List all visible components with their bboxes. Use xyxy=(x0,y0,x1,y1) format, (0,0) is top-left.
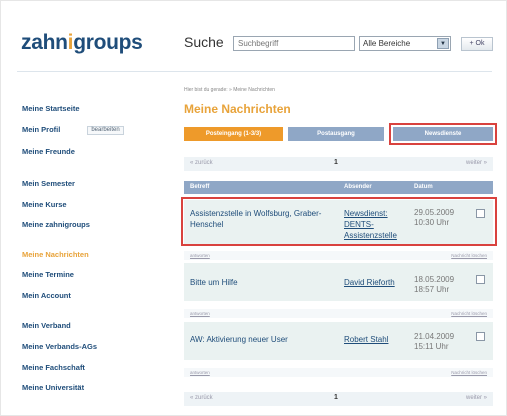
delete-message-link[interactable]: Nachricht löschen xyxy=(451,370,487,375)
sidebar-item-startseite[interactable]: Meine Startseite xyxy=(22,104,80,113)
profile-edit-button[interactable]: bearbeiten xyxy=(87,126,124,135)
sidebar-item-account[interactable]: Mein Account xyxy=(22,291,71,300)
header-divider xyxy=(17,71,492,72)
message-actions-row: antworten Nachricht löschen xyxy=(184,368,493,377)
reply-link[interactable]: antworten xyxy=(190,253,210,258)
message-sender[interactable]: Robert Stahl xyxy=(344,334,414,345)
pager-page-number: 1 xyxy=(334,394,338,401)
sidebar-item-fachschaft[interactable]: Meine Fachschaft xyxy=(22,363,85,372)
tab-posteingang[interactable]: Posteingang (1-3/3) xyxy=(184,127,283,141)
sidebar-item-kurse[interactable]: Meine Kurse xyxy=(22,200,67,209)
search-label: Suche xyxy=(184,34,224,50)
delete-message-link[interactable]: Nachricht löschen xyxy=(451,253,487,258)
table-row[interactable]: AW: Aktivierung neuer User Robert Stahl … xyxy=(184,322,493,360)
pager-back-link[interactable]: « zurück xyxy=(190,395,213,401)
sidebar-item-profil[interactable]: Mein Profil xyxy=(22,125,60,134)
message-subject[interactable]: AW: Aktivierung neuer User xyxy=(190,334,340,345)
sidebar-item-verbands-ags[interactable]: Meine Verbands-AGs xyxy=(22,342,97,351)
message-time: 15:11 Uhr xyxy=(414,342,449,351)
message-actions-row: antworten Nachricht löschen xyxy=(184,251,493,260)
logo-part2: groups xyxy=(73,31,143,54)
message-select-checkbox[interactable] xyxy=(476,332,485,341)
sidebar-item-nachrichten[interactable]: Meine Nachrichten xyxy=(22,250,89,259)
page-title: Meine Nachrichten xyxy=(184,102,291,116)
pager-page-number: 1 xyxy=(334,159,338,166)
table-row[interactable]: Bitte um Hilfe David Rieforth 18.05.2009… xyxy=(184,263,493,301)
message-select-checkbox[interactable] xyxy=(476,275,485,284)
tab-postausgang[interactable]: Postausgang xyxy=(288,127,384,141)
search-ok-button[interactable]: + Ok xyxy=(461,37,493,51)
pager-top: « zurück 1 weiter » xyxy=(184,157,493,171)
search-input[interactable] xyxy=(233,36,355,51)
message-date: 21.04.2009 xyxy=(414,332,455,341)
message-date: 18.05.2009 xyxy=(414,275,455,284)
logo-part1: zahn xyxy=(21,31,68,54)
zahnigroups-logo[interactable]: zahnigroups xyxy=(21,31,143,55)
area-select-value: Alle Bereiche xyxy=(363,39,411,48)
pager-next-link[interactable]: weiter » xyxy=(466,395,487,401)
sidebar-item-verband[interactable]: Mein Verband xyxy=(22,321,71,330)
messages-table-header: Betreff Absender Datum xyxy=(184,181,493,194)
column-header-absender[interactable]: Absender xyxy=(344,184,372,190)
message-highlight xyxy=(181,197,497,246)
message-sender[interactable]: David Rieforth xyxy=(344,277,414,288)
sidebar-item-semester[interactable]: Mein Semester xyxy=(22,179,75,188)
message-actions-row: antworten Nachricht löschen xyxy=(184,309,493,318)
newsdienste-highlight xyxy=(389,123,497,145)
sidebar-item-zahnigroups[interactable]: Meine zahnigroups xyxy=(22,220,90,229)
pager-bottom: « zurück 1 weiter » xyxy=(184,392,493,406)
sidebar-item-termine[interactable]: Meine Termine xyxy=(22,270,74,279)
pager-back-link[interactable]: « zurück xyxy=(190,160,213,166)
message-subject[interactable]: Bitte um Hilfe xyxy=(190,277,340,288)
sidebar-item-freunde[interactable]: Meine Freunde xyxy=(22,147,75,156)
reply-link[interactable]: antworten xyxy=(190,311,210,316)
breadcrumb: Hier bist du gerade: » Meine Nachrichten xyxy=(184,87,275,93)
sidebar-item-universitaet[interactable]: Meine Universität xyxy=(22,383,84,392)
area-select[interactable]: Alle Bereiche ▼ xyxy=(359,36,451,51)
column-header-betreff[interactable]: Betreff xyxy=(190,184,209,190)
reply-link[interactable]: antworten xyxy=(190,370,210,375)
page-frame: zahnigroups Suche Alle Bereiche ▼ + Ok M… xyxy=(0,0,507,416)
pager-next-link[interactable]: weiter » xyxy=(466,160,487,166)
message-time: 18:57 Uhr xyxy=(414,285,450,294)
chevron-down-icon[interactable]: ▼ xyxy=(437,38,449,49)
column-header-datum[interactable]: Datum xyxy=(414,184,433,190)
delete-message-link[interactable]: Nachricht löschen xyxy=(451,311,487,316)
